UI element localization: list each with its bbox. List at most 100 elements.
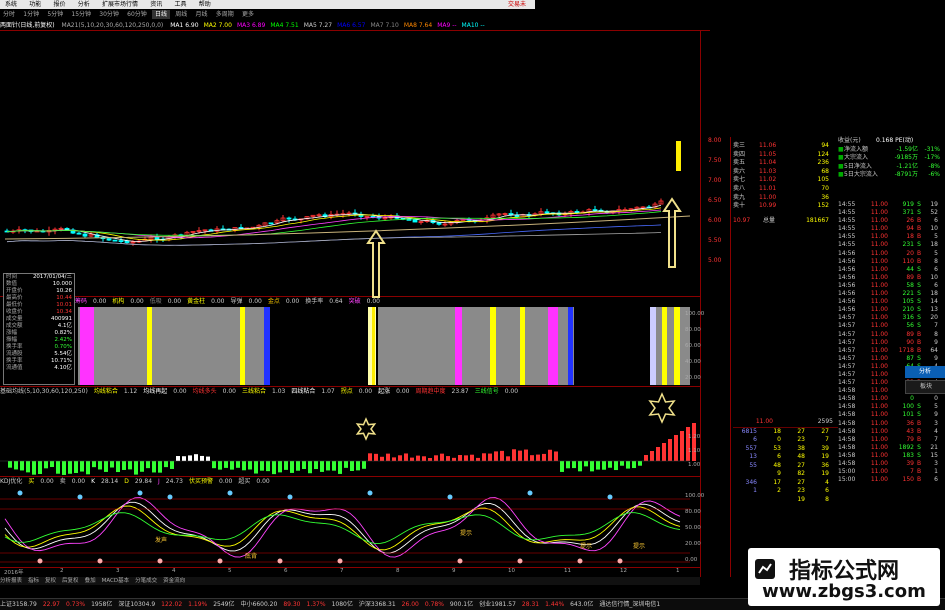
tab-period[interactable]: 5分钟 [44,10,66,19]
axis-tick: 80.00 [685,509,701,515]
signal-bar [548,307,558,385]
tick-volume: 89 [906,330,914,338]
hist-bar [50,461,54,468]
menu-item[interactable]: 系统 [0,0,22,9]
menu-item[interactable]: 资讯 [145,0,167,9]
menu-item[interactable]: 扩展市场行情 [97,0,143,9]
tick-time: 14:56 [838,298,856,306]
depth-header-cell: 2595 [817,418,833,425]
info-row: 开盘价 10.26 [4,288,74,295]
footer-tab[interactable]: 复权 [45,578,56,584]
sector-button[interactable]: 板块 [905,380,945,394]
signal-bar [264,307,270,385]
hist-bar [98,461,102,470]
depth-cell: 55 [749,461,757,469]
menu-item[interactable]: 帮助 [194,0,216,9]
legend-item: 0.64 [329,298,343,305]
tick-time: 14:57 [838,322,856,330]
tick-side: S [917,451,921,459]
tick-price: 11.00 [870,330,888,338]
hist-bar [560,461,564,472]
tick-count: 6 [934,217,938,225]
tick-row: 14:56 11.00 20 B 5 [838,250,945,258]
ask-volume: 124 [817,150,829,158]
footer-tab[interactable]: 分笔成交 [135,578,157,584]
footer-tab[interactable]: 分析报表 [0,578,22,584]
trade-status[interactable]: 交易未 [503,0,531,9]
flow-value: -8791万 [894,171,918,179]
tick-price: 11.00 [870,265,888,273]
flow-value: -1.21亿 [896,162,918,170]
footer-tab[interactable]: 后复权 [62,578,79,584]
tab-period[interactable]: 60分钟 [124,10,150,19]
tick-price: 11.00 [870,403,888,411]
hist-bar [626,461,630,469]
tick-volume: 58 [906,281,914,289]
hist-bar [158,461,162,473]
period-tabs: 分时 1分钟 5分钟 15分钟 30分钟 60分钟 日线 周线 月线 多周期 更… [0,10,535,19]
date-tick: 4 [172,568,176,574]
tab-period[interactable]: 分时 [0,10,18,19]
ask-row: 卖八 11.01 70 [733,185,838,194]
depth-cell: 6 [825,487,829,494]
tick-time: 14:56 [838,265,856,273]
tab-period[interactable]: 15分钟 [68,10,94,19]
long-ma-line [4,215,691,240]
ask-row: 卖十 10.99 152 [733,202,838,211]
tab-period[interactable]: 30分钟 [96,10,122,19]
hist-bar [170,461,174,469]
menu-item[interactable]: 功能 [24,0,46,9]
analysis-button[interactable]: 分析 [905,366,945,378]
tab-period[interactable]: 多周期 [213,10,237,19]
hist-bar [638,461,642,466]
tab-period[interactable]: 更多 [239,10,257,19]
hist-bar [74,461,78,474]
legend-item: D [124,478,129,485]
legend-item: 0.00 [93,298,107,305]
tick-count: 18 [930,290,938,298]
hist-bar [194,454,198,461]
footer-tab[interactable]: 指标 [28,578,39,584]
footer-tab[interactable]: MACD基本 [102,578,130,584]
tick-time: 14:56 [838,273,856,281]
footer-tab[interactable]: 资金流向 [163,578,185,584]
legend-item: 0.00 [396,388,410,395]
tab-period[interactable]: 月线 [193,10,211,19]
tick-volume: 79 [906,435,914,443]
tick-side: B [916,257,922,265]
tab-period-selected[interactable]: 日线 [152,10,171,19]
footer-tab[interactable]: 叠加 [85,578,96,584]
tick-row: 14:58 11.00 36 B 3 [838,420,945,428]
menu-item[interactable]: 报价 [49,0,71,9]
menu-item[interactable]: 分析 [73,0,95,9]
info-key: 振幅 [6,337,18,343]
info-key: 时间 [6,274,18,280]
hist-bar [218,461,222,470]
legend-item: 0.00 [40,478,54,485]
signal-bar [78,307,266,385]
hist-bar [590,461,594,472]
hist-bar [332,461,336,471]
hist-bar [344,461,348,468]
status-item: 创业1981.57 [479,601,516,608]
tick-time: 14:58 [838,387,856,395]
hist-bar [68,461,72,474]
status-item: 1.44% [545,601,565,608]
tick-price: 11.00 [870,306,888,314]
tick-time: 14:57 [838,338,856,346]
signal-axis: 100.00 80.00 60.00 40.00 20.00 [685,306,705,386]
tick-row: 14:58 11.00 39 B 3 [838,460,945,468]
watermark-url: www.zbgs3.com [762,581,926,602]
tick-time: 15:00 [838,468,856,476]
menu-item[interactable]: 工具 [170,0,192,9]
tab-period[interactable]: 周线 [172,10,190,19]
tick-row: 14:55 11.00 18 B 5 [838,233,945,241]
hist-bar [530,455,534,461]
tab-period[interactable]: 1分钟 [20,10,42,19]
info-value: 10.44 [56,295,72,301]
ask-volume: 68 [821,167,829,175]
signal-dot [367,490,373,496]
hist-bar [668,439,672,461]
date-tick: 2016年 [4,570,24,576]
candle-body [124,240,130,243]
